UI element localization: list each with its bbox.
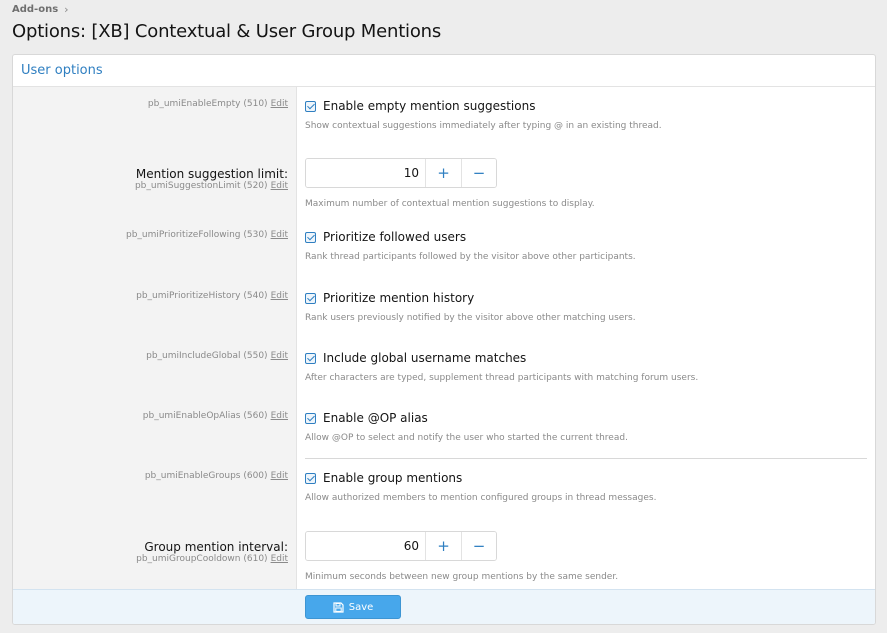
include-global-checkbox[interactable]: Include global username matches (305, 351, 698, 365)
edit-link[interactable]: Edit (271, 351, 288, 361)
suggestion-limit-stepper: + − (305, 158, 497, 188)
option-key: pb_umiPrioritizeHistory (540) Edit (136, 291, 288, 301)
option-label: pb_umiIncludeGlobal (550) Edit (146, 351, 288, 361)
edit-link[interactable]: Edit (271, 230, 288, 240)
increment-icon[interactable]: + (426, 532, 461, 560)
option-label: pb_umiPrioritizeHistory (540) Edit (136, 291, 288, 301)
decrement-icon[interactable]: − (461, 532, 496, 560)
checkbox-label: Include global username matches (323, 351, 527, 365)
option-label: Group mention interval: pb_umiGroupCoold… (136, 540, 288, 564)
breadcrumb: Add-ons › (12, 3, 69, 16)
edit-link[interactable]: Edit (271, 554, 288, 564)
enable-empty-checkbox[interactable]: Enable empty mention suggestions (305, 99, 662, 113)
option-label: Mention suggestion limit: pb_umiSuggesti… (135, 167, 288, 191)
option-key: pb_umiEnableOpAlias (560) Edit (142, 411, 288, 421)
save-icon (333, 601, 344, 613)
option-title: Group mention interval: (144, 540, 288, 554)
option-label: pb_umiEnableEmpty (510) Edit (148, 99, 288, 109)
option-control: Enable @OP alias Allow @OP to select and… (305, 411, 628, 443)
option-key: pb_umiGroupCooldown (610) Edit (136, 554, 288, 564)
decrement-icon[interactable]: − (461, 159, 496, 187)
option-control: Enable empty mention suggestions Show co… (305, 99, 662, 131)
group-divider (305, 458, 867, 459)
edit-link[interactable]: Edit (271, 99, 288, 109)
option-hint: Allow authorized members to mention conf… (305, 493, 657, 503)
option-label: pb_umiEnableOpAlias (560) Edit (143, 411, 288, 421)
edit-link[interactable]: Edit (271, 471, 288, 481)
breadcrumb-separator-icon: › (64, 3, 69, 16)
option-key: pb_umiIncludeGlobal (550) Edit (146, 351, 288, 361)
checkbox-label: Prioritize mention history (323, 291, 475, 305)
checkbox-checked-icon[interactable] (305, 352, 316, 364)
save-label: Save (348, 601, 374, 613)
checkbox-checked-icon[interactable] (305, 412, 316, 424)
option-hint: Show contextual suggestions immediately … (305, 121, 662, 131)
checkbox-label: Enable empty mention suggestions (323, 99, 536, 113)
options-block: User options pb_umiEnableEmpty (510) Edit… (12, 54, 876, 625)
option-control: Enable group mentions Allow authorized m… (305, 471, 656, 503)
edit-link[interactable]: Edit (271, 291, 288, 301)
option-title: Mention suggestion limit: (135, 167, 288, 181)
prioritize-history-checkbox[interactable]: Prioritize mention history (305, 291, 636, 305)
checkbox-label: Enable group mentions (323, 471, 463, 485)
option-control: + − Maximum number of contextual mention… (305, 158, 595, 209)
checkbox-checked-icon[interactable] (305, 100, 316, 112)
group-cooldown-stepper: + − (305, 531, 497, 561)
form-footer: Save (13, 589, 875, 624)
edit-link[interactable]: Edit (271, 181, 288, 191)
option-key: pb_umiSuggestionLimit (520) Edit (134, 181, 288, 191)
option-control: + − Minimum seconds between new group me… (305, 531, 618, 582)
save-button[interactable]: Save (305, 595, 401, 619)
breadcrumb-item-addons[interactable]: Add-ons (12, 4, 58, 15)
option-key: pb_umiPrioritizeFollowing (530) Edit (125, 230, 288, 240)
page-title: Options: [XB] Contextual & User Group Me… (12, 21, 442, 42)
option-label: pb_umiEnableGroups (600) Edit (145, 471, 288, 481)
checkbox-checked-icon[interactable] (305, 231, 316, 243)
enable-op-alias-checkbox[interactable]: Enable @OP alias (305, 411, 628, 425)
option-control: Include global username matches After ch… (305, 351, 698, 383)
increment-icon[interactable]: + (426, 159, 461, 187)
option-hint: After characters are typed, supplement t… (305, 373, 699, 383)
option-label: pb_umiPrioritizeFollowing (530) Edit (126, 230, 288, 240)
option-hint: Minimum seconds between new group mentio… (305, 572, 619, 582)
section-title: User options (13, 55, 875, 87)
checkbox-label: Prioritize followed users (323, 230, 467, 244)
label-column (13, 87, 297, 590)
option-key: pb_umiEnableGroups (600) Edit (144, 471, 288, 481)
enable-groups-checkbox[interactable]: Enable group mentions (305, 471, 656, 485)
suggestion-limit-input[interactable] (306, 159, 426, 187)
option-hint: Rank users previously notified by the vi… (305, 313, 636, 323)
checkbox-label: Enable @OP alias (323, 411, 428, 425)
edit-link[interactable]: Edit (271, 411, 288, 421)
options-list: pb_umiEnableEmpty (510) Edit Enable empty… (13, 87, 875, 590)
checkbox-checked-icon[interactable] (305, 292, 316, 304)
option-hint: Allow @OP to select and notify the user … (305, 433, 628, 443)
option-hint: Rank thread participants followed by the… (305, 252, 636, 262)
option-key: pb_umiEnableEmpty (510) Edit (147, 99, 288, 109)
prioritize-following-checkbox[interactable]: Prioritize followed users (305, 230, 636, 244)
checkbox-checked-icon[interactable] (305, 472, 316, 484)
option-control: Prioritize mention history Rank users pr… (305, 291, 636, 323)
option-control: Prioritize followed users Rank thread pa… (305, 230, 636, 262)
group-cooldown-input[interactable] (306, 532, 426, 560)
option-hint: Maximum number of contextual mention sug… (305, 199, 595, 209)
